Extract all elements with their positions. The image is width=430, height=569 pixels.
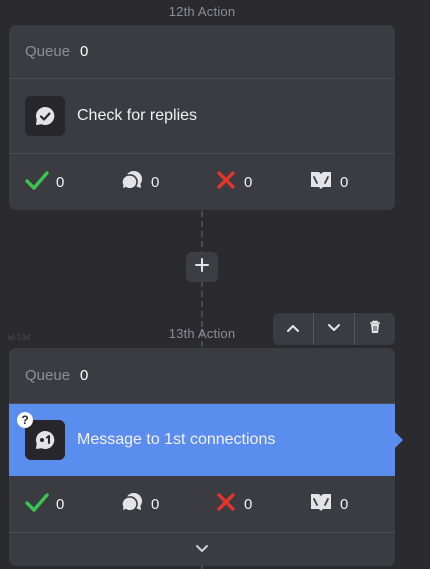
queue-row: Queue 0 [9,25,395,79]
failed-count: 0 [244,495,253,513]
chat-bubbles-icon [120,491,144,518]
queue-count: 0 [80,43,89,60]
task-row[interactable]: Check for replies [9,79,395,154]
cross-icon [215,170,237,195]
failed-stat: 0 [215,492,252,517]
action-card[interactable]: Queue 0 Check for replies 0 0 0 0 [9,25,395,210]
queue-count: 0 [80,367,89,384]
help-icon[interactable]: ? [17,412,33,428]
action-title: 13th Action [168,326,236,341]
queue-label: Queue [25,367,71,384]
chat-check-icon [25,96,65,136]
skipped-stat: 0 [309,491,348,518]
skipped-count: 0 [340,495,349,513]
failed-count: 0 [244,173,253,191]
failed-stat: 0 [215,170,252,195]
replied-stat: 0 [120,491,159,518]
check-icon [25,492,49,517]
check-icon [25,170,49,195]
replied-stat: 0 [120,169,159,196]
success-stat: 0 [25,170,64,195]
task-label: Message to 1st connections [77,431,276,448]
chat-bubbles-icon [120,169,144,196]
success-count: 0 [56,173,65,191]
queue-label: Queue [25,43,71,60]
book-icon [309,169,333,196]
task-label: Check for replies [77,107,198,124]
action-title: 12th Action [168,4,236,19]
replied-count: 0 [151,495,160,513]
success-count: 0 [56,495,65,513]
chevron-down-icon [195,541,209,559]
action-card[interactable]: Queue 0 ? Message to 1st connections 0 0… [9,348,403,567]
queue-row: Queue 0 [9,348,395,404]
message-1st-icon [25,420,65,460]
skipped-stat: 0 [309,169,348,196]
replied-count: 0 [151,173,160,191]
cross-icon [215,492,237,517]
success-stat: 0 [25,492,64,517]
skipped-count: 0 [340,173,349,191]
book-icon [309,491,333,518]
stats-row: 0 0 0 0 [9,154,395,210]
expand-button[interactable] [9,532,395,567]
task-row-selected[interactable]: ? Message to 1st connections [9,404,403,476]
plus-icon [194,257,210,278]
stats-row: 0 0 0 0 [9,476,395,532]
add-action-button[interactable] [186,252,218,282]
selection-pointer [395,432,403,448]
